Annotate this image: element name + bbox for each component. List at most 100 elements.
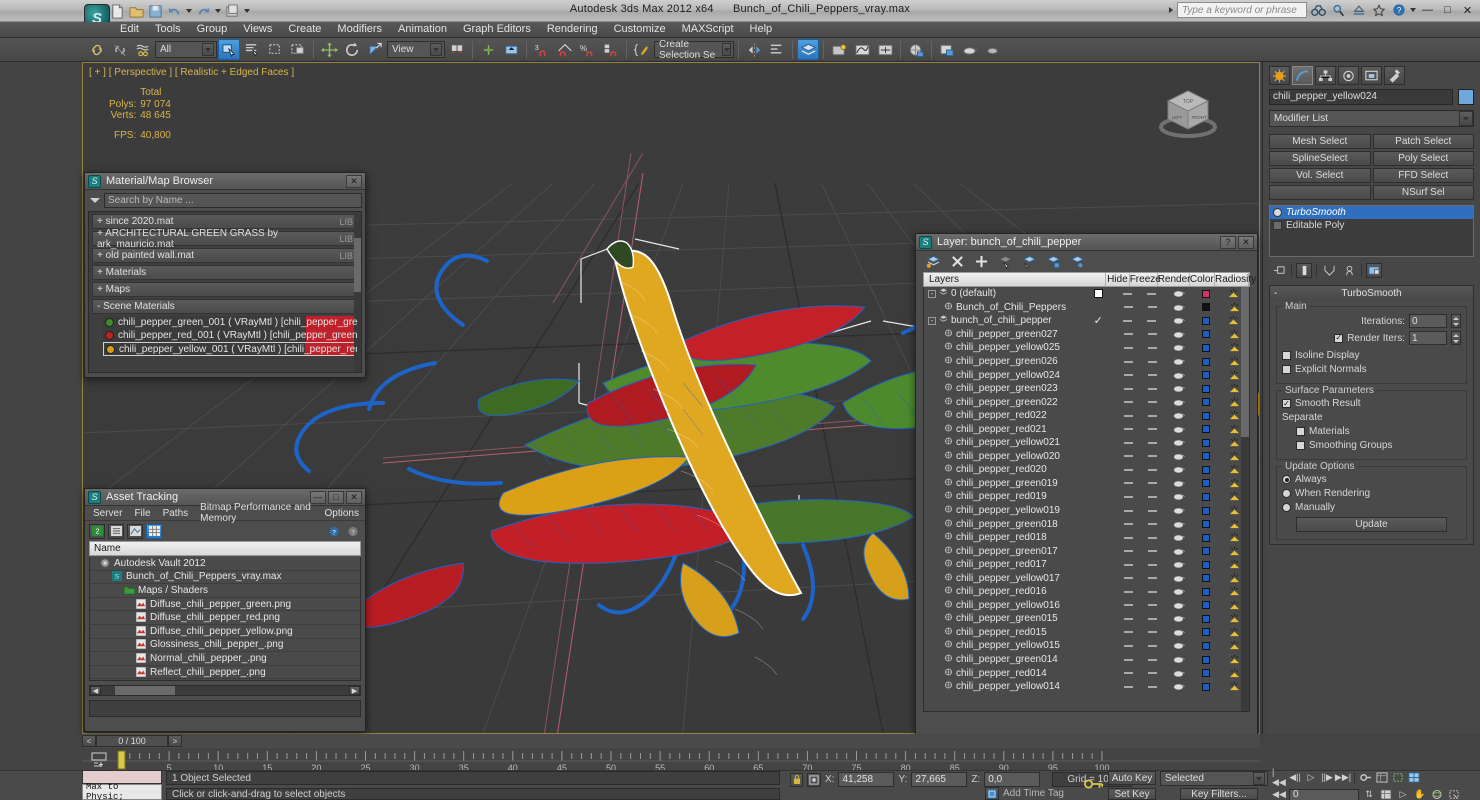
selection-filter-combo[interactable]: All xyxy=(155,41,217,58)
layer-column-hide[interactable]: Hide xyxy=(1106,273,1130,286)
snaps-toggle-icon[interactable] xyxy=(500,39,522,60)
layer-color-swatch[interactable] xyxy=(1193,614,1219,623)
current-key-field[interactable]: 0 xyxy=(1289,788,1359,800)
layer-color-swatch[interactable] xyxy=(1193,547,1219,556)
hide-toggle[interactable] xyxy=(1116,590,1141,593)
freeze-toggle[interactable] xyxy=(1140,590,1165,593)
layer-manager-button[interactable] xyxy=(797,39,819,60)
render-toggle-icon[interactable] xyxy=(1165,479,1193,488)
help-secondary-icon[interactable]: ? xyxy=(345,524,361,539)
asset-tracking-maximize-button[interactable]: □ xyxy=(328,490,344,504)
pin-stack-icon[interactable] xyxy=(1271,263,1287,278)
render-iters-checkbox[interactable]: ✓ xyxy=(1334,333,1344,343)
freeze-toggle[interactable] xyxy=(1140,536,1165,539)
material-browser-search-row[interactable]: Search by Name ... xyxy=(85,190,365,211)
asset-menu-server[interactable]: Server xyxy=(87,508,128,519)
layer-color-swatch[interactable] xyxy=(1193,289,1219,298)
layer-row[interactable]: chili_pepper_green026 xyxy=(924,355,1249,369)
asset-row[interactable]: Glossiness_chili_pepper_.png xyxy=(90,638,360,653)
layer-row[interactable]: chili_pepper_yellow019 xyxy=(924,504,1249,518)
hide-toggle[interactable] xyxy=(1116,644,1141,647)
layer-color-swatch[interactable] xyxy=(1193,479,1219,488)
layer-row[interactable]: chili_pepper_red019 xyxy=(924,490,1249,504)
current-layer-toggle[interactable]: ✓ xyxy=(1081,314,1115,327)
hide-toggle[interactable] xyxy=(1116,346,1141,349)
render-toggle-icon[interactable] xyxy=(1165,357,1193,366)
layer-row[interactable]: chili_pepper_green015 xyxy=(924,612,1249,626)
freeze-toggle[interactable] xyxy=(1140,292,1165,295)
explicit-normals-row[interactable]: Explicit Normals xyxy=(1282,364,1461,375)
hide-toggle[interactable] xyxy=(1116,563,1141,566)
layer-color-swatch[interactable] xyxy=(1193,330,1219,339)
menu-item-graph-editors[interactable]: Graph Editors xyxy=(455,22,539,37)
freeze-toggle[interactable] xyxy=(1140,428,1165,431)
schematic-view-icon[interactable] xyxy=(874,39,896,60)
prev-frame-button[interactable]: < xyxy=(82,735,96,747)
render-toggle-icon[interactable] xyxy=(1165,533,1193,542)
search-magnifier-icon[interactable] xyxy=(1330,2,1347,18)
asset-scroll-left-icon[interactable]: ◀ xyxy=(90,686,101,695)
material-list-item[interactable]: chili_pepper_red_001 ( VRayMtl ) [chili_… xyxy=(103,329,358,342)
next-frame-button[interactable]: > xyxy=(168,735,182,747)
iterations-row[interactable]: Iterations: 0 xyxy=(1282,314,1461,328)
menu-item-maxscript[interactable]: MAXScript xyxy=(674,22,742,37)
select-and-scale-icon[interactable] xyxy=(364,39,386,60)
material-list-item[interactable]: chili_pepper_green_001 ( VRayMtl ) [chil… xyxy=(103,316,358,329)
layer-window-close-button[interactable]: ✕ xyxy=(1238,235,1254,249)
layer-row[interactable]: chili_pepper_green019 xyxy=(924,477,1249,491)
layer-color-swatch[interactable] xyxy=(1193,587,1219,596)
freeze-toggle[interactable] xyxy=(1140,523,1165,526)
modifier-stack-toolbar[interactable] xyxy=(1263,260,1480,281)
asset-row[interactable]: S Bunch_of_Chili_Peppers_vray.max xyxy=(90,571,360,585)
layer-color-swatch[interactable] xyxy=(1193,682,1219,691)
list-view-icon[interactable] xyxy=(108,523,124,539)
asset-row[interactable]: Diffuse_chili_pepper_yellow.png xyxy=(90,625,360,639)
hide-toggle[interactable] xyxy=(1116,428,1141,431)
layer-color-swatch[interactable] xyxy=(1193,641,1219,650)
material-editor-icon[interactable] xyxy=(828,39,850,60)
modifier-set-mesh-select[interactable]: Mesh Select xyxy=(1269,134,1371,149)
freeze-toggle[interactable] xyxy=(1140,333,1165,336)
freeze-toggle[interactable] xyxy=(1140,306,1165,309)
freeze-toggle[interactable] xyxy=(1140,495,1165,498)
asset-tracking-menubar[interactable]: Server File Paths Bitmap Performance and Me… xyxy=(85,502,365,524)
tab-create[interactable] xyxy=(1269,66,1290,85)
hide-toggle[interactable] xyxy=(1116,441,1141,444)
separate-smoothing-groups-checkbox[interactable] xyxy=(1296,441,1305,450)
viewport-navigation-controls[interactable]: ◀◀ 0 ⇅ ▷ ✋ xyxy=(1272,788,1461,800)
freeze-toggle[interactable] xyxy=(1140,482,1165,485)
freeze-toggle[interactable] xyxy=(1140,658,1165,661)
layer-row[interactable]: chili_pepper_yellow015 xyxy=(924,639,1249,653)
layer-color-swatch[interactable] xyxy=(1193,303,1219,312)
render-toggle-icon[interactable] xyxy=(1165,560,1193,569)
modifier-list-dropdown[interactable]: Modifier List xyxy=(1269,110,1474,127)
help-icon[interactable]: ? xyxy=(1390,2,1407,18)
layer-color-swatch[interactable] xyxy=(1193,425,1219,434)
select-and-move-icon[interactable] xyxy=(318,39,340,60)
add-objects-to-layer-icon[interactable] xyxy=(1070,254,1085,269)
time-slider-row[interactable]: < 0 / 100 > xyxy=(82,734,1260,748)
render-toggle-icon[interactable] xyxy=(1165,465,1193,474)
menu-item-rendering[interactable]: Rendering xyxy=(539,22,606,37)
asset-row[interactable]: Diffuse_chili_pepper_red.png xyxy=(90,611,360,625)
freeze-toggle[interactable] xyxy=(1140,387,1165,390)
hide-toggle[interactable] xyxy=(1116,523,1141,526)
layer-row[interactable]: chili_pepper_yellow014 xyxy=(924,680,1249,694)
select-objects-in-layer-icon[interactable] xyxy=(998,254,1013,269)
main-toolbar[interactable]: All View 3 % Create Selection Se xyxy=(0,38,1480,62)
viewcube[interactable]: TOP LEFT FRONT xyxy=(1155,81,1221,143)
layer-row[interactable]: chili_pepper_green027 xyxy=(924,328,1249,342)
scene-materials-list[interactable]: chili_pepper_green_001 ( VRayMtl ) [chil… xyxy=(103,316,358,356)
play-animation-icon[interactable]: ▷ xyxy=(1304,771,1318,784)
prev-key-icon[interactable]: ◀|| xyxy=(1288,771,1302,784)
material-group-row[interactable]: - Scene Materials xyxy=(92,299,358,314)
iterations-spinner[interactable] xyxy=(1451,314,1461,328)
material-group-row[interactable]: + old painted wall.mat LIB xyxy=(92,248,358,263)
select-by-name-icon[interactable] xyxy=(241,39,263,60)
tab-motion[interactable] xyxy=(1338,66,1359,85)
layer-row[interactable]: chili_pepper_red018 xyxy=(924,531,1249,545)
material-group-row[interactable]: + Materials xyxy=(92,265,358,280)
layer-column-render[interactable]: Render xyxy=(1158,273,1191,286)
asset-row[interactable]: Diffuse_chili_pepper_green.png xyxy=(90,598,360,612)
material-group-row[interactable]: + Maps xyxy=(92,282,358,297)
